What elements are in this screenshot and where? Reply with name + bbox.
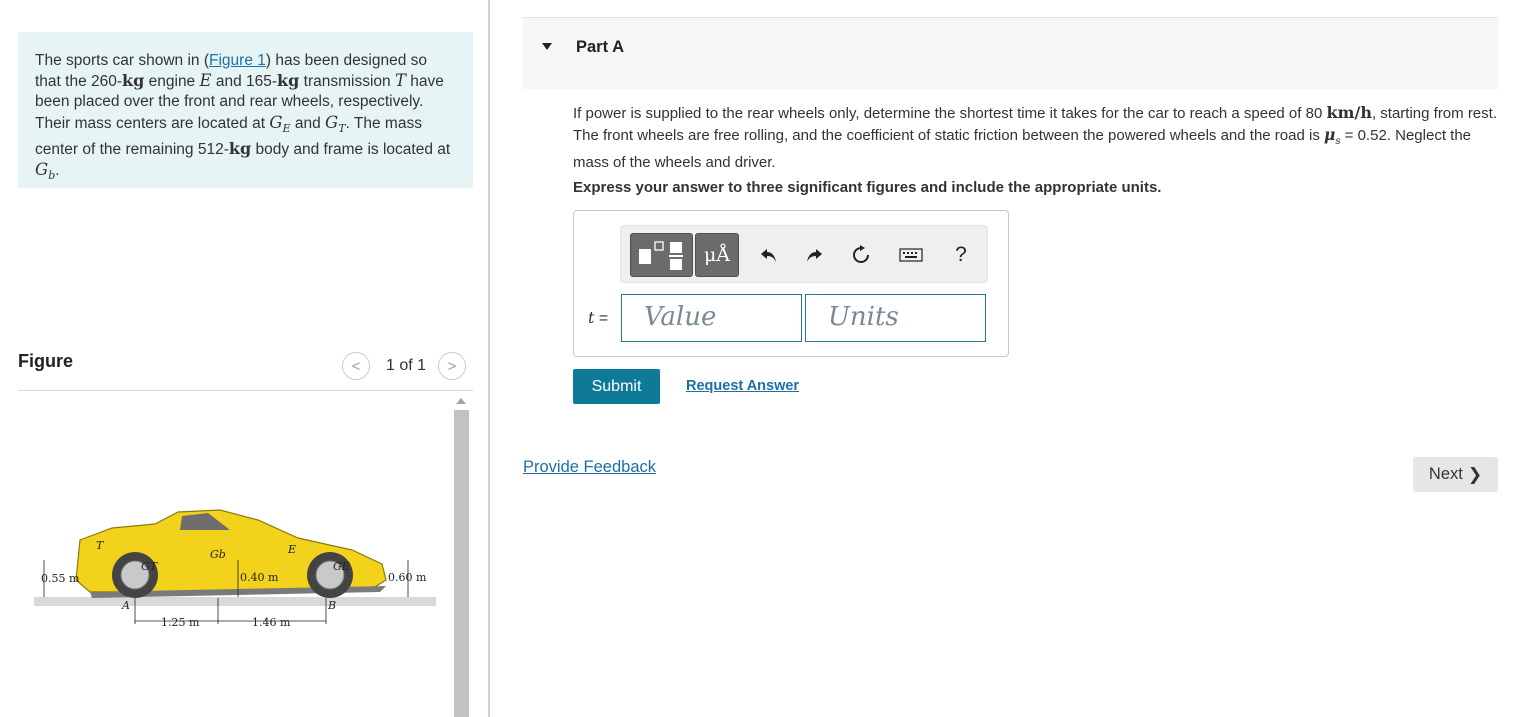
reset-icon[interactable] [846, 240, 876, 270]
units-button[interactable]: μÅ [695, 233, 739, 277]
request-answer-link[interactable]: Request Answer [686, 378, 799, 394]
next-button[interactable]: Next ❯ [1413, 457, 1498, 492]
fraction-template-icon [639, 241, 683, 270]
car-diagram: T Gb E GT GE A B 0.55 m 0.40 m 0.60 m 1.… [34, 509, 436, 629]
dim-h-mid: 0.40 m [240, 571, 279, 584]
chevron-left-icon: < [351, 357, 361, 375]
problem-text: and [290, 114, 326, 132]
math-toolbar: μÅ ? [620, 225, 988, 283]
chevron-right-icon: > [447, 357, 457, 375]
scroll-thumb[interactable] [454, 410, 469, 717]
problem-statement: The sports car shown in (Figure 1) has b… [18, 32, 473, 188]
next-label: Next [1428, 465, 1463, 483]
scroll-up-arrow-icon[interactable] [456, 398, 466, 404]
symbol-G: G [35, 160, 49, 180]
label-GE: GE [333, 560, 350, 573]
symbol-E: E [199, 71, 212, 91]
figure-divider [18, 390, 473, 391]
variable-label: t = [588, 308, 608, 328]
subscript-T: T [338, 121, 346, 135]
problem-text: engine [144, 73, 200, 91]
figure-scrollbar[interactable] [453, 394, 470, 717]
symbol-G: G [269, 112, 283, 132]
problem-text: and 165- [211, 73, 278, 91]
symbol-T: T [394, 71, 406, 91]
question-text: If power is supplied to the rear wheels … [573, 102, 1503, 173]
label-B: B [327, 599, 336, 612]
keyboard-icon[interactable] [896, 240, 926, 270]
answer-box: μÅ ? t = Value Units [573, 210, 1009, 357]
dim-h-right: 0.60 m [388, 571, 427, 584]
figure-pager: < 1 of 1 > [342, 352, 467, 380]
problem-text: transmission [299, 73, 395, 91]
answer-instruction: Express your answer to three significant… [573, 179, 1162, 196]
part-a-header[interactable]: Part A [523, 17, 1498, 89]
units-input[interactable]: Units [805, 294, 986, 342]
chevron-right-icon: ❯ [1467, 464, 1483, 484]
symbol-mu: μ [1324, 125, 1336, 144]
templates-button[interactable] [630, 233, 693, 277]
undo-icon[interactable] [754, 240, 784, 270]
label-GT: GT [141, 560, 159, 573]
problem-text: . [55, 162, 60, 180]
dim-d2: 1.46 m [252, 616, 291, 629]
figure-title: Figure [18, 351, 74, 371]
help-button[interactable]: ? [946, 240, 976, 270]
dim-h-left: 0.55 m [41, 572, 80, 585]
problem-text: body and frame is located at [251, 140, 451, 158]
subscript-E: E [282, 121, 291, 135]
label-E: E [287, 543, 296, 556]
prev-figure-button[interactable]: < [342, 352, 370, 380]
submit-button[interactable]: Submit [573, 369, 660, 404]
figure-link[interactable]: Figure 1 [209, 52, 266, 69]
variable-symbol: t [588, 308, 595, 327]
question-part: If power is supplied to the rear wheels … [573, 105, 1327, 122]
symbol-G: G [325, 112, 339, 132]
unit-kg: kg [228, 138, 252, 158]
provide-feedback-link[interactable]: Provide Feedback [523, 458, 656, 477]
unit-kmh: km/h [1326, 103, 1372, 122]
dim-d1: 1.25 m [161, 616, 200, 629]
value-input[interactable]: Value [621, 294, 802, 342]
label-Gb: Gb [210, 548, 226, 561]
figure-counter: 1 of 1 [386, 357, 427, 374]
unit-kg: kg [277, 71, 300, 91]
car-figure: T Gb E GT GE A B 0.55 m 0.40 m 0.60 m 1.… [30, 400, 450, 717]
caret-down-icon[interactable] [542, 43, 552, 50]
label-A: A [121, 599, 130, 612]
left-panel: The sports car shown in (Figure 1) has b… [0, 0, 489, 717]
redo-icon[interactable] [799, 240, 829, 270]
problem-text: The sports car shown in ( [35, 52, 210, 69]
equals-sign: = [598, 310, 609, 327]
part-label: Part A [576, 38, 624, 56]
column-divider [488, 0, 490, 717]
unit-kg: kg [122, 71, 145, 91]
ground [34, 597, 436, 606]
next-figure-button[interactable]: > [438, 352, 467, 380]
